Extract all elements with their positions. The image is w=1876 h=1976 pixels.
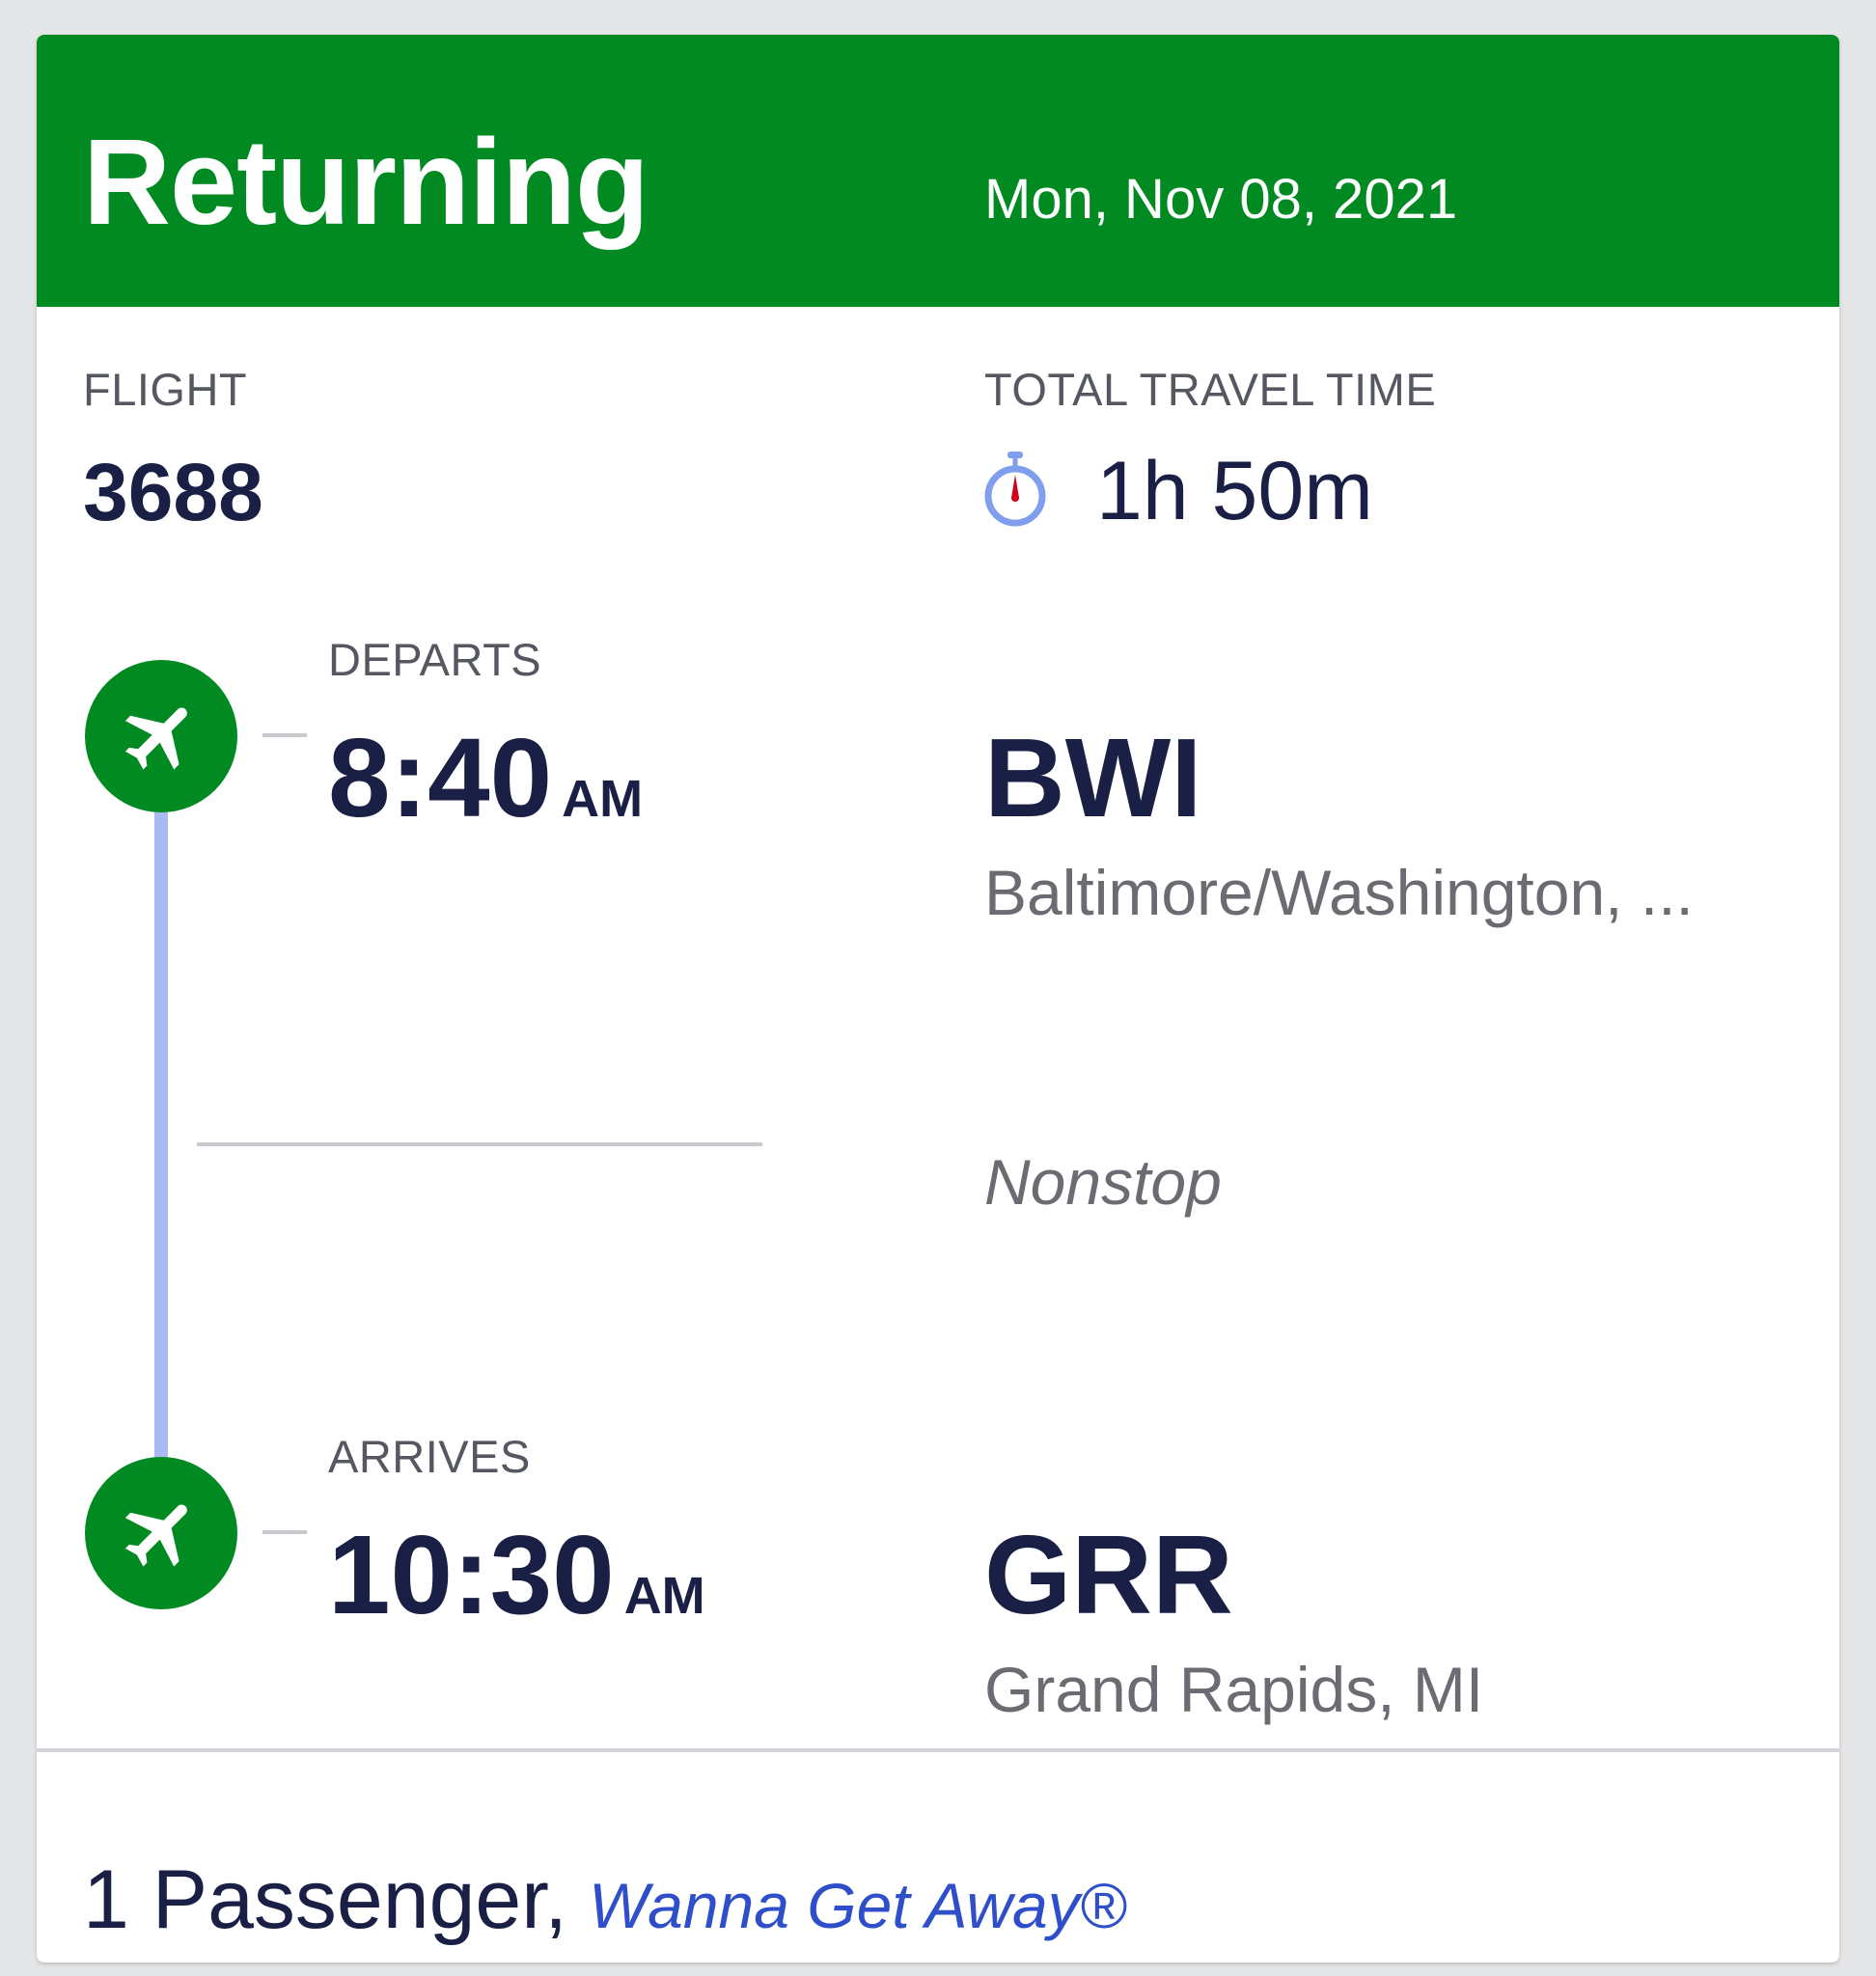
- arrival-time-value: 10:30: [328, 1512, 615, 1637]
- airplane-icon: [124, 1504, 187, 1567]
- header-date: Mon, Nov 08, 2021: [984, 168, 1458, 231]
- header-title: Returning: [83, 114, 649, 250]
- total-travel-time: 1h 50m: [1096, 445, 1373, 537]
- arrival-airport-code: GRR: [984, 1512, 1233, 1637]
- arrives-label: ARRIVES: [328, 1431, 531, 1482]
- arrival-plane-badge: [85, 1457, 237, 1609]
- arrival-ampm: AM: [623, 1567, 705, 1625]
- arrival-connector: [262, 1530, 307, 1534]
- travel-time-label: TOTAL TRAVEL TIME: [984, 364, 1437, 415]
- footer-divider: [37, 1748, 1839, 1752]
- departure-time-value: 8:40: [328, 715, 553, 840]
- passenger-summary: 1 Passenger, Wanna Get Away®: [83, 1858, 1126, 1941]
- departure-connector: [262, 733, 307, 737]
- departure-city: Baltimore/Washington, ...: [984, 857, 1694, 928]
- route-midpoint-line: [197, 1142, 762, 1146]
- card-header: Returning Mon, Nov 08, 2021: [37, 35, 1839, 307]
- fare-class: Wanna Get Away®: [589, 1870, 1127, 1941]
- airplane-icon: [124, 707, 187, 770]
- arrival-time: 10:30 AM: [328, 1519, 705, 1631]
- stopwatch-icon: [980, 450, 1050, 529]
- stops-status: Nonstop: [984, 1146, 1222, 1218]
- departure-airport-code: BWI: [984, 715, 1202, 840]
- departure-ampm: AM: [562, 770, 644, 828]
- passenger-count: 1 Passenger,: [83, 1853, 568, 1946]
- arrival-city: Grand Rapids, MI: [984, 1654, 1484, 1725]
- flight-number: 3688: [83, 447, 263, 537]
- departure-plane-badge: [85, 660, 237, 812]
- departure-time: 8:40 AM: [328, 722, 643, 834]
- flight-label: FLIGHT: [83, 364, 248, 415]
- departs-label: DEPARTS: [328, 634, 542, 685]
- route-timeline-line: [154, 797, 168, 1511]
- returning-flight-card: Returning Mon, Nov 08, 2021 FLIGHT 3688 …: [37, 35, 1839, 1962]
